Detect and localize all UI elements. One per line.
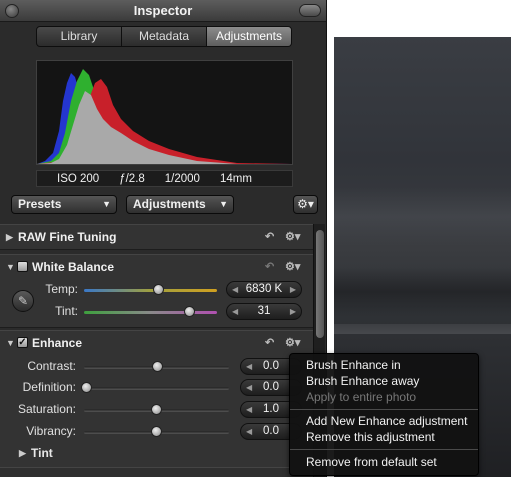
menu-item-brush-away[interactable]: Brush Enhance away <box>306 373 419 389</box>
temp-slider-track[interactable] <box>84 289 217 292</box>
gear-icon[interactable]: ⚙▾ <box>285 331 300 355</box>
vibrancy-label: Vibrancy: <box>26 424 76 438</box>
menu-item-remove-this[interactable]: Remove this adjustment <box>306 429 435 445</box>
presets-dropdown[interactable]: Presets ▼ <box>11 195 117 214</box>
contrast-slider-knob[interactable] <box>152 361 163 372</box>
tint-subsection-header[interactable]: ▶ Tint <box>0 444 313 462</box>
histogram-graph <box>37 69 292 164</box>
temp-label: Temp: <box>45 282 78 296</box>
aperture-value: ƒ/2.8 <box>119 172 145 185</box>
gear-icon: ⚙▾ <box>297 197 314 211</box>
enhance-checkbox[interactable]: ✓ <box>17 337 28 348</box>
title-bar: Inspector <box>0 0 326 22</box>
window-title: Inspector <box>133 3 193 18</box>
shutter-value: 1/2000 <box>164 172 200 185</box>
focal-length-value: 14mm <box>219 172 252 185</box>
section-title: White Balance <box>32 260 115 274</box>
reset-icon[interactable]: ↶ <box>265 225 274 249</box>
exif-bar: ISO 200 ƒ/2.8 1/2000 14mm <box>36 170 293 187</box>
histogram <box>36 60 293 165</box>
section-title: Enhance <box>32 336 83 350</box>
cloud-band <box>334 187 511 247</box>
inspector-window: Inspector Library Metadata Adjustments I… <box>0 0 327 477</box>
saturation-value: 1.0 <box>263 403 279 415</box>
disclosure-triangle-icon[interactable]: ▶ <box>19 444 26 462</box>
menu-item-add-new[interactable]: Add New Enhance adjustment <box>306 413 467 429</box>
definition-label: Definition: <box>22 380 76 394</box>
gear-icon[interactable]: ⚙▾ <box>285 255 300 279</box>
next-section-header <box>0 467 313 477</box>
saturation-slider-knob[interactable] <box>151 404 162 415</box>
adjustments-label: Adjustments <box>133 197 206 211</box>
raw-fine-tuning-section: ▶ RAW Fine Tuning ↶ ⚙▾ <box>0 224 313 250</box>
gear-menu-button[interactable]: ⚙▾ <box>293 195 318 214</box>
gear-icon[interactable]: ⚙▾ <box>285 225 300 249</box>
tab-adjustments[interactable]: Adjustments <box>207 27 291 46</box>
close-button[interactable] <box>5 4 19 18</box>
tint-subsection-title: Tint <box>31 446 53 460</box>
white-balance-checkbox[interactable] <box>17 261 28 272</box>
adjustments-dropdown[interactable]: Adjustments ▼ <box>126 195 234 214</box>
definition-slider-track[interactable] <box>84 387 229 390</box>
definition-value: 0.0 <box>263 381 279 393</box>
white-balance-header: ▼ White Balance ↶ ⚙▾ <box>0 255 313 279</box>
enhance-header: ▼ ✓ Enhance ↶ ⚙▾ <box>0 331 313 355</box>
menu-separator <box>290 449 478 450</box>
increment-arrow-icon[interactable]: ▶ <box>290 304 296 319</box>
contrast-label: Contrast: <box>27 359 76 373</box>
section-title: RAW Fine Tuning <box>18 230 117 244</box>
enhance-section: ▼ ✓ Enhance ↶ ⚙▾ Contrast: ◀ 0.0 Definit… <box>0 330 313 477</box>
toolbar-toggle-button[interactable] <box>299 4 321 17</box>
temp-value: 6830 K <box>245 283 283 295</box>
vibrancy-slider-knob[interactable] <box>151 426 162 437</box>
menu-separator <box>290 409 478 410</box>
increment-arrow-icon[interactable]: ▶ <box>290 282 296 297</box>
chevron-down-icon: ▼ <box>102 199 111 209</box>
disclosure-triangle-icon[interactable]: ▶ <box>6 225 13 249</box>
iso-value: ISO 200 <box>57 172 100 185</box>
reset-icon[interactable]: ↶ <box>265 331 274 355</box>
eyedropper-button[interactable]: ✎ <box>12 290 34 312</box>
temp-slider-knob[interactable] <box>153 284 164 295</box>
horizon <box>334 324 511 334</box>
tint-slider-track[interactable] <box>84 311 217 314</box>
disclosure-triangle-icon[interactable]: ▼ <box>6 255 15 279</box>
raw-fine-tuning-header[interactable]: ▶ RAW Fine Tuning ↶ ⚙▾ <box>0 225 313 249</box>
decrement-arrow-icon[interactable]: ◀ <box>246 380 252 395</box>
tint-slider-knob[interactable] <box>184 306 195 317</box>
enhance-context-menu: Brush Enhance in Brush Enhance away Appl… <box>289 353 479 476</box>
reset-icon[interactable]: ↶ <box>265 255 274 279</box>
white-balance-section: ▼ White Balance ↶ ⚙▾ ✎ Temp: ◀ 6830 K ▶ … <box>0 254 313 328</box>
cloud-shadow <box>334 267 511 317</box>
tab-library[interactable]: Library <box>37 27 122 46</box>
scrollbar-thumb[interactable] <box>316 230 324 338</box>
inspector-tabs: Library Metadata Adjustments <box>36 26 292 47</box>
menu-item-brush-in[interactable]: Brush Enhance in <box>306 357 401 373</box>
decrement-arrow-icon[interactable]: ◀ <box>246 424 252 439</box>
vibrancy-value: 0.0 <box>263 425 279 437</box>
tint-value: 31 <box>257 305 271 317</box>
chevron-down-icon: ▼ <box>219 199 228 209</box>
eyedropper-icon: ✎ <box>17 294 29 308</box>
definition-slider-knob[interactable] <box>81 382 92 393</box>
contrast-value: 0.0 <box>263 360 279 372</box>
tint-label: Tint: <box>55 304 78 318</box>
menu-item-remove-default[interactable]: Remove from default set <box>306 454 437 470</box>
temp-value-field[interactable]: ◀ 6830 K ▶ <box>226 281 302 298</box>
saturation-label: Saturation: <box>17 402 76 416</box>
presets-label: Presets <box>18 197 62 211</box>
decrement-arrow-icon[interactable]: ◀ <box>246 359 252 374</box>
tab-metadata[interactable]: Metadata <box>122 27 207 46</box>
tint-value-field[interactable]: ◀ 31 ▶ <box>226 303 302 320</box>
menu-item-apply-entire: Apply to entire photo <box>306 390 417 404</box>
disclosure-triangle-icon[interactable]: ▼ <box>6 331 15 355</box>
decrement-arrow-icon[interactable]: ◀ <box>246 402 252 417</box>
decrement-arrow-icon[interactable]: ◀ <box>232 304 238 319</box>
decrement-arrow-icon[interactable]: ◀ <box>232 282 238 297</box>
